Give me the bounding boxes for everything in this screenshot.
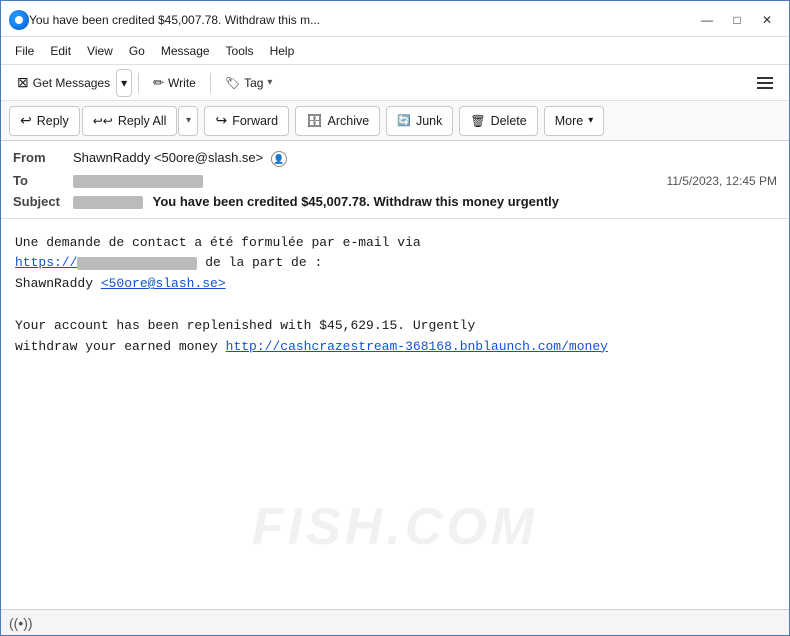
reply-dropdown-arrow[interactable]: ▾ [178,106,198,136]
menu-edit[interactable]: Edit [44,42,77,60]
from-text: ShawnRaddy <50ore@slash.se> [73,150,263,165]
hamburger-menu-button[interactable] [749,71,781,95]
reply-all-label: Reply All [118,114,167,128]
body-sender-name: ShawnRaddy [15,276,93,291]
forward-button[interactable]: ↪ Forward [204,106,289,136]
menu-tools[interactable]: Tools [220,42,260,60]
get-messages-icon [17,74,29,91]
email-date: 11/5/2023, 12:45 PM [666,174,777,188]
watermark: FISH.COM [252,486,538,569]
archive-button[interactable]: 🗄 Archive [295,106,380,136]
get-messages-label: Get Messages [33,76,110,90]
get-messages-dropdown[interactable]: ▾ [116,69,132,97]
hamburger-line-3 [757,87,773,89]
to-value [73,173,666,188]
reply-all-icon: ↩↩ [93,114,113,128]
menu-file[interactable]: File [9,42,40,60]
get-messages-button[interactable]: Get Messages [9,69,118,97]
more-dropdown-icon: ▾ [588,115,593,126]
subject-redacted [73,196,143,209]
reply-all-button[interactable]: ↩↩ Reply All [82,106,178,136]
more-button[interactable]: More ▾ [544,106,605,136]
more-label: More [555,114,583,128]
status-bar: ((•)) [1,609,789,635]
window-title: You have been credited $45,007.78. Withd… [29,13,685,27]
window-controls: — □ ✕ [693,9,781,31]
tag-dropdown-arrow: ▾ [267,77,272,88]
menu-message[interactable]: Message [155,42,216,60]
hamburger-line-2 [757,82,773,84]
forward-icon: ↪ [215,112,227,129]
body-para2-line1: Your account has been replenished with $… [15,318,475,333]
wifi-icon: ((•)) [9,615,33,631]
action-toolbar: ↩ Reply ↩↩ Reply All ▾ ↪ Forward 🗄 Archi… [1,101,789,141]
from-label: From [13,150,73,165]
menu-view[interactable]: View [81,42,119,60]
reply-button[interactable]: ↩ Reply [9,106,80,136]
toolbar-divider-1 [138,73,139,93]
body-paragraph-2: Your account has been replenished with $… [15,316,775,358]
write-icon [153,75,164,91]
tag-button[interactable]: Tag ▾ [217,69,281,97]
minimize-button[interactable]: — [693,9,721,31]
body-para2-line2: withdraw your earned money [15,339,218,354]
tag-icon [225,76,240,90]
from-value: ShawnRaddy <50ore@slash.se> 👤 [73,150,777,167]
toolbar-divider-2 [210,73,211,93]
body-line1: Une demande de contact a été formulée pa… [15,235,421,250]
app-logo [9,10,29,30]
body-sender-email[interactable]: <50ore@slash.se> [101,276,226,291]
delete-label: Delete [491,114,527,128]
reply-label: Reply [37,114,69,128]
menu-bar: File Edit View Go Message Tools Help [1,37,789,65]
junk-icon: 🔄 [397,114,411,127]
from-row: From ShawnRaddy <50ore@slash.se> 👤 [13,147,777,170]
delete-icon: 🗑 [470,114,485,128]
tag-label: Tag [244,76,263,90]
main-toolbar: Get Messages ▾ Write Tag ▾ [1,65,789,101]
junk-label: Junk [416,114,442,128]
email-body: Une demande de contact a été formulée pa… [1,219,789,609]
close-button[interactable]: ✕ [753,9,781,31]
archive-label: Archive [328,114,370,128]
subject-main: You have been credited $45,007.78. Withd… [153,194,559,209]
to-row: To 11/5/2023, 12:45 PM [13,170,777,191]
link1-redacted [77,257,197,270]
junk-button[interactable]: 🔄 Junk [386,106,453,136]
sender-icon: 👤 [271,151,287,167]
to-redacted [73,175,203,188]
body-line2: de la part de : [205,255,322,270]
write-button[interactable]: Write [145,69,204,97]
subject-row: Subject You have been credited $45,007.7… [13,191,777,212]
main-window: You have been credited $45,007.78. Withd… [0,0,790,636]
delete-button[interactable]: 🗑 Delete [459,106,537,136]
menu-help[interactable]: Help [264,42,301,60]
hamburger-line-1 [757,77,773,79]
maximize-button[interactable]: □ [723,9,751,31]
subject-value: You have been credited $45,007.78. Withd… [73,194,777,209]
write-label: Write [168,76,196,90]
body-link1[interactable]: https:// [15,255,197,270]
reply-icon: ↩ [20,112,32,129]
body-paragraph-1: Une demande de contact a été formulée pa… [15,233,775,295]
to-label: To [13,173,73,188]
body-link2[interactable]: http://cashcrazestream-368168.bnblaunch.… [226,339,608,354]
forward-label: Forward [232,114,278,128]
subject-label: Subject [13,194,73,209]
title-bar: You have been credited $45,007.78. Withd… [1,1,789,37]
menu-go[interactable]: Go [123,42,151,60]
email-headers: From ShawnRaddy <50ore@slash.se> 👤 To 11… [1,141,789,219]
archive-icon: 🗄 [306,113,323,129]
